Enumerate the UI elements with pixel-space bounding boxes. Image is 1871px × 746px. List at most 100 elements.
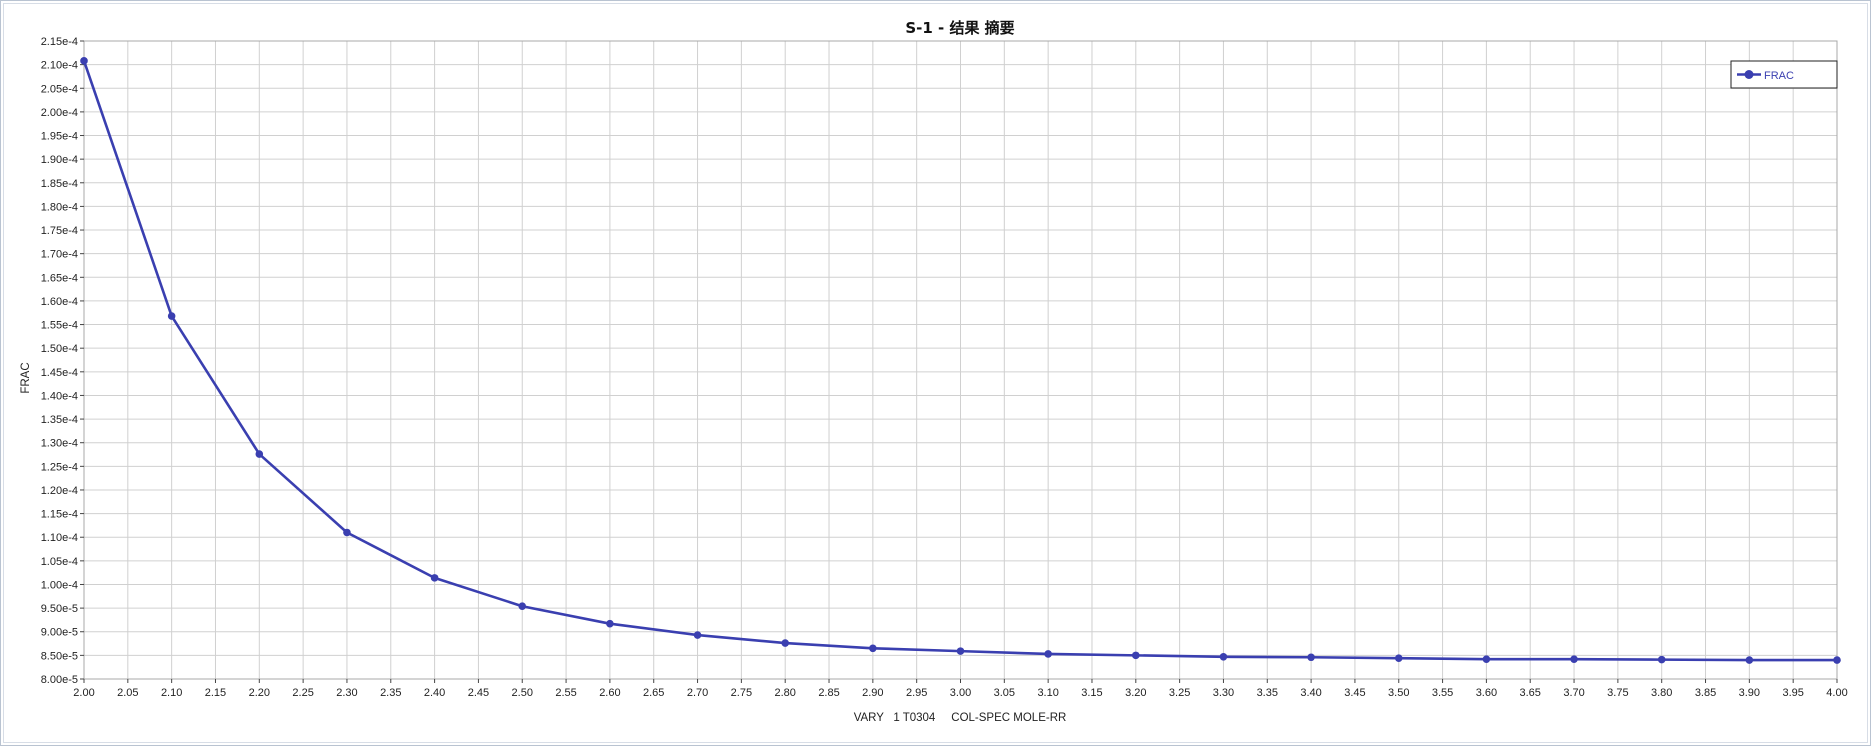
- y-tick-label: 1.00e-4: [41, 579, 78, 591]
- data-point[interactable]: [1482, 655, 1491, 663]
- grid-lines: [83, 40, 1838, 680]
- y-axis-ticks: 8.00e-5 8.50e-5 9.00e-5 9.50e-5 1.00e-4 1.05e…: [41, 36, 84, 686]
- x-tick-label: 3.05: [994, 687, 1015, 699]
- data-point[interactable]: [1394, 654, 1403, 663]
- y-tick-label: 1.60e-4: [41, 296, 78, 308]
- y-tick-label: 1.45e-4: [41, 367, 78, 379]
- x-tick-label: 2.10: [161, 687, 182, 699]
- y-tick-label: 1.05e-4: [41, 556, 78, 568]
- y-tick-label: 1.35e-4: [41, 414, 78, 426]
- x-tick-label: 4.00: [1826, 687, 1847, 699]
- y-tick-label: 2.15e-4: [41, 36, 78, 48]
- y-tick-label: 8.50e-5: [41, 650, 78, 662]
- data-point[interactable]: [869, 644, 877, 653]
- x-tick-label: 2.30: [336, 687, 357, 699]
- x-tick-label: 2.95: [906, 687, 927, 699]
- x-tick-label: 2.00: [73, 687, 94, 699]
- data-point[interactable]: [1657, 655, 1666, 664]
- x-tick-label: 2.15: [205, 687, 226, 699]
- x-tick-label: 2.35: [380, 687, 401, 699]
- x-tick-label: 3.60: [1476, 687, 1497, 699]
- y-axis-label: FRAC: [20, 362, 32, 393]
- x-tick-label: 2.80: [774, 687, 795, 699]
- data-point[interactable]: [1833, 656, 1841, 664]
- y-tick-label: 1.30e-4: [41, 438, 78, 450]
- x-tick-label: 2.50: [512, 687, 533, 699]
- x-tick-label: 3.80: [1651, 687, 1672, 699]
- x-tick-label: 3.30: [1213, 687, 1234, 699]
- data-point[interactable]: [255, 450, 264, 458]
- y-tick-label: 1.90e-4: [41, 154, 78, 166]
- x-tick-label: 2.70: [687, 687, 708, 699]
- y-tick-label: 1.70e-4: [41, 249, 78, 261]
- x-tick-label: 2.75: [731, 687, 752, 699]
- legend[interactable]: FRAC: [1730, 60, 1838, 89]
- y-tick-label: 8.00e-5: [41, 674, 78, 686]
- x-axis-ticks: 2.00 2.05 2.10 2.15 2.20 2.25 2.30 2.35 2.40 2.45…: [73, 679, 1848, 699]
- x-tick-label: 3.35: [1257, 687, 1278, 699]
- y-tick-label: 1.20e-4: [41, 485, 78, 497]
- x-tick-label: 3.45: [1344, 687, 1365, 699]
- x-tick-label: 2.55: [555, 687, 576, 699]
- x-tick-label: 2.40: [424, 687, 445, 699]
- y-tick-label: 2.00e-4: [41, 107, 78, 119]
- data-point[interactable]: [80, 57, 88, 65]
- x-tick-label: 2.65: [643, 687, 664, 699]
- x-tick-label: 3.40: [1300, 687, 1321, 699]
- data-point[interactable]: [343, 528, 351, 537]
- data-point[interactable]: [693, 631, 702, 639]
- x-tick-label: 2.45: [468, 687, 489, 699]
- y-tick-label: 2.05e-4: [41, 83, 78, 95]
- x-tick-label: 3.00: [950, 687, 971, 699]
- legend-marker: [1744, 70, 1754, 79]
- data-point[interactable]: [518, 602, 527, 611]
- data-point[interactable]: [167, 312, 176, 320]
- x-tick-label: 3.70: [1563, 687, 1584, 699]
- y-tick-label: 1.85e-4: [41, 178, 78, 190]
- x-tick-label: 3.90: [1739, 687, 1760, 699]
- y-tick-label: 1.40e-4: [41, 390, 78, 402]
- y-tick-label: 1.10e-4: [41, 532, 78, 544]
- x-tick-label: 2.85: [818, 687, 839, 699]
- data-point[interactable]: [1044, 650, 1052, 658]
- legend-label: FRAC: [1764, 70, 1794, 82]
- y-tick-label: 9.00e-5: [41, 627, 78, 639]
- x-tick-label: 3.25: [1169, 687, 1190, 699]
- data-point[interactable]: [606, 619, 614, 628]
- x-tick-label: 2.90: [862, 687, 883, 699]
- line-chart: S-1 - 结果 摘要 8.00e-5 8.50e-5 9.00e-5 9.50e-5…: [20, 19, 1848, 724]
- data-point[interactable]: [781, 639, 789, 647]
- y-tick-label: 1.65e-4: [41, 272, 78, 284]
- x-tick-label: 2.05: [117, 687, 138, 699]
- x-tick-label: 2.60: [599, 687, 620, 699]
- y-tick-label: 9.50e-5: [41, 603, 78, 615]
- data-point[interactable]: [1132, 651, 1140, 660]
- x-tick-label: 3.10: [1037, 687, 1058, 699]
- x-tick-label: 3.65: [1520, 687, 1541, 699]
- y-tick-label: 1.95e-4: [41, 131, 78, 143]
- y-tick-label: 2.10e-4: [41, 60, 78, 72]
- y-tick-label: 1.25e-4: [41, 461, 78, 473]
- y-tick-label: 1.55e-4: [41, 320, 78, 332]
- data-point[interactable]: [1745, 656, 1754, 664]
- data-point[interactable]: [430, 574, 439, 582]
- data-point[interactable]: [956, 647, 965, 655]
- x-tick-label: 3.20: [1125, 687, 1146, 699]
- y-tick-label: 1.50e-4: [41, 343, 78, 355]
- y-tick-label: 1.75e-4: [41, 225, 78, 237]
- x-tick-label: 3.55: [1432, 687, 1453, 699]
- x-axis-label: VARY 1 T0304 COL-SPEC MOLE-RR: [854, 712, 1067, 724]
- data-point[interactable]: [1219, 652, 1228, 661]
- x-tick-label: 2.20: [249, 687, 270, 699]
- y-tick-label: 1.15e-4: [41, 509, 78, 521]
- chart-title: S-1 - 结果 摘要: [905, 19, 1014, 37]
- y-tick-label: 1.80e-4: [41, 201, 78, 213]
- x-tick-label: 3.85: [1695, 687, 1716, 699]
- x-tick-label: 3.15: [1081, 687, 1102, 699]
- data-point[interactable]: [1570, 655, 1578, 663]
- data-point[interactable]: [1307, 653, 1315, 662]
- x-tick-label: 2.25: [292, 687, 313, 699]
- x-tick-label: 3.95: [1782, 687, 1803, 699]
- x-tick-label: 3.75: [1607, 687, 1628, 699]
- x-tick-label: 3.50: [1388, 687, 1409, 699]
